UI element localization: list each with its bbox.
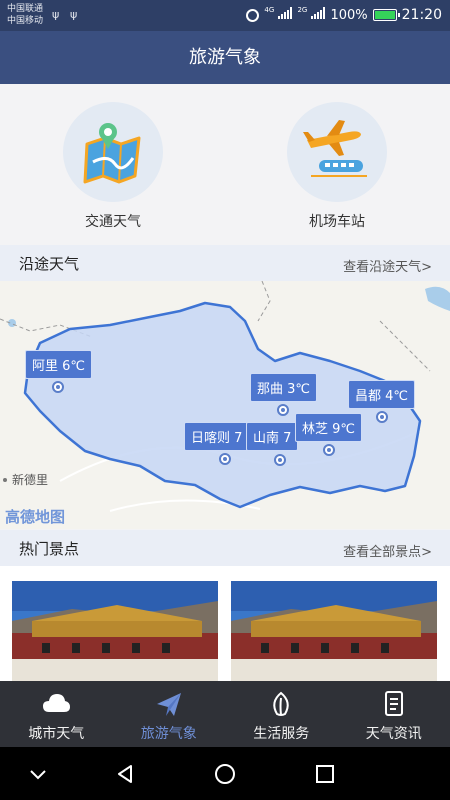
network-type-1: 4G [264,6,275,14]
tab-label: 生活服务 [253,726,310,742]
city-name: 那曲 [257,382,284,397]
battery-percent: 100% [330,7,368,23]
hot-spots-header: 热门景点 查看全部景点> [0,530,450,566]
city-name: 阿里 [32,359,59,374]
tab-label: 城市天气 [28,726,85,742]
tab-travel-weather[interactable]: 旅游气象 [113,681,226,747]
city-label-nyingchi[interactable]: 林芝 9℃ [295,413,363,442]
back-icon[interactable] [114,763,136,785]
spot-card[interactable] [231,581,437,681]
city-label-ali[interactable]: 阿里 6℃ [25,350,93,379]
clock: 21:20 [401,7,442,23]
city-temp: 7 [234,431,243,446]
signal-1: 4G [264,6,293,23]
alarm-icon [246,8,260,22]
place-label-new-delhi: 新德里 [12,473,49,487]
city-label-shannan[interactable]: 山南 7 [246,422,299,451]
tab-life-services[interactable]: 生活服务 [225,681,338,747]
leaf-icon [273,691,289,716]
region-map[interactable]: 阿里 6℃ 那曲 3℃ 昌都 4℃ 日喀则 7 山南 7 林芝 9℃ 新德里 高… [0,281,450,529]
spot-image [231,581,437,681]
airplane-train-icon [287,102,387,202]
traffic-weather-label: 交通天气 [85,214,141,230]
view-all-spots-link[interactable]: 查看全部景点> [343,541,432,560]
tab-city-weather[interactable]: 城市天气 [0,681,113,747]
city-name: 日喀则 [191,431,231,446]
city-label-shigatse[interactable]: 日喀则 7 [184,422,250,451]
city-temp: 3℃ [287,382,311,397]
system-nav-bar [0,747,450,800]
airport-station-label: 机场车站 [309,214,365,230]
usb-icon: ψ [70,8,78,21]
view-route-weather-link[interactable]: 查看沿途天气> [343,256,432,275]
carrier-info: 中国联通 中国移动 [7,3,43,27]
hot-spots-list [0,566,450,681]
spot-card[interactable] [12,581,218,681]
signal-bars-icon [311,7,326,19]
map-pin-icon [63,102,163,202]
city-marker-naqu[interactable] [277,404,289,416]
city-label-naqu[interactable]: 那曲 3℃ [250,373,318,402]
shortcut-panel: 交通天气 机场车站 [0,84,450,244]
collapse-down-icon[interactable] [27,763,49,785]
spot-image [12,581,218,681]
hot-spots-title: 热门景点 [19,540,80,558]
tab-label: 天气资讯 [365,726,422,742]
route-weather-title: 沿途天气 [19,255,80,273]
bottom-tab-bar: 城市天气 旅游气象 生活服务 天气资讯 [0,681,450,747]
city-marker-ali[interactable] [52,381,64,393]
amap-logo: 高德地图 [5,508,66,526]
signal-bars-icon [278,7,293,19]
status-bar: 中国联通 中国移动 ψ ψ 4G 2G 100% 21:20 [0,0,450,31]
network-type-2: 2G [297,6,308,14]
city-marker-changdu[interactable] [376,411,388,423]
city-temp: 6℃ [62,359,86,374]
carrier-2: 中国移动 [7,16,44,26]
city-temp: 9℃ [332,422,356,437]
battery-icon [372,9,400,21]
airport-station-button[interactable]: 机场车站 [277,102,397,231]
city-temp: 4℃ [385,389,409,404]
city-name: 林芝 [302,422,329,437]
route-weather-header: 沿途天气 查看沿途天气> [0,245,450,281]
city-marker-shigatse[interactable] [219,453,231,465]
place-dot [3,478,7,482]
city-marker-nyingchi[interactable] [323,444,335,456]
paper-plane-icon [156,693,181,716]
traffic-weather-button[interactable]: 交通天气 [53,102,173,231]
carrier-1: 中国联通 [7,4,44,14]
city-name: 昌都 [355,389,382,404]
tab-label: 旅游气象 [140,726,197,742]
city-temp: 7 [283,431,292,446]
page-title: 旅游气象 [0,31,450,84]
usb-icon: ψ [52,8,60,21]
city-label-changdu[interactable]: 昌都 4℃ [348,380,416,409]
tab-weather-news[interactable]: 天气资讯 [338,681,450,747]
news-icon [384,691,403,716]
city-marker-shannan[interactable] [274,454,286,466]
cloud-icon [43,694,71,712]
signal-2: 2G [297,6,326,23]
home-icon[interactable] [214,763,236,785]
city-name: 山南 [253,431,280,446]
recent-apps-icon[interactable] [314,763,336,785]
